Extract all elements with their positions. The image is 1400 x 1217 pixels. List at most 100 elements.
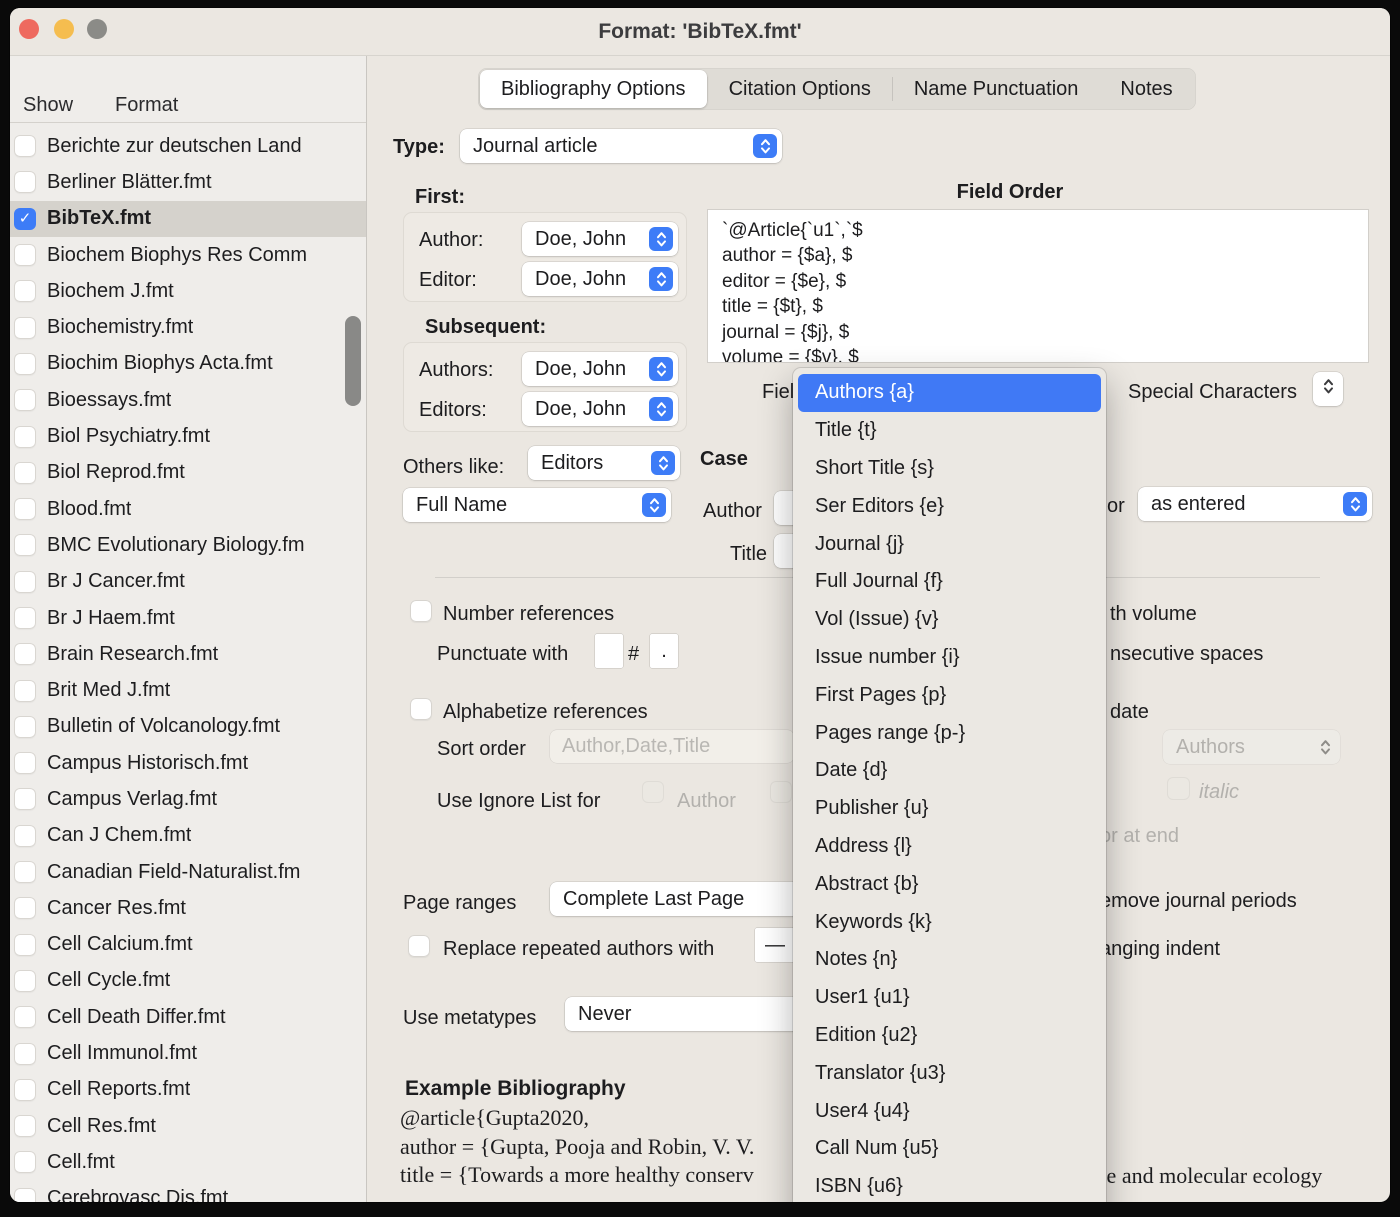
field-menu-item[interactable]: Pages range {p-}: [798, 714, 1101, 752]
format-list-item[interactable]: ✓ Cell Res.fmt: [10, 1108, 366, 1144]
format-list-item[interactable]: ✓ Biochem Biophys Res Comm: [10, 237, 366, 273]
field-menu-item[interactable]: Keywords {k}: [798, 903, 1101, 941]
field-menu-item[interactable]: First Pages {p}: [798, 676, 1101, 714]
field-menu-item[interactable]: User1 {u1}: [798, 979, 1101, 1017]
show-checkbox[interactable]: ✓: [14, 244, 36, 266]
show-checkbox[interactable]: ✓: [14, 643, 36, 665]
field-menu-item[interactable]: Notes {n}: [798, 941, 1101, 979]
show-checkbox[interactable]: ✓: [14, 752, 36, 774]
format-list-item[interactable]: ✓ Br J Cancer.fmt: [10, 564, 366, 600]
field-menu-item[interactable]: Abstract {b}: [798, 865, 1101, 903]
alphabetize-references-checkbox[interactable]: [410, 698, 432, 720]
show-checkbox[interactable]: ✓: [14, 897, 36, 919]
show-checkbox[interactable]: ✓: [14, 171, 36, 193]
as-entered-dropdown[interactable]: as entered: [1138, 487, 1372, 521]
tab[interactable]: Notes: [1099, 70, 1193, 108]
replace-repeated-authors-checkbox[interactable]: [408, 935, 430, 957]
show-checkbox[interactable]: ✓: [14, 607, 36, 629]
format-list-item[interactable]: ✓ Campus Verlag.fmt: [10, 781, 366, 817]
show-checkbox[interactable]: ✓: [14, 534, 36, 556]
field-menu-item[interactable]: Full Journal {f}: [798, 563, 1101, 601]
type-dropdown[interactable]: Journal article: [460, 129, 782, 163]
italic-checkbox[interactable]: [1167, 777, 1190, 800]
format-list-item[interactable]: ✓ Bioessays.fmt: [10, 382, 366, 418]
field-menu-item[interactable]: Address {l}: [798, 828, 1101, 866]
format-list-item[interactable]: ✓ Canadian Field-Naturalist.fm: [10, 854, 366, 890]
name-display-dropdown[interactable]: Full Name: [403, 488, 671, 522]
field-menu-item[interactable]: Translator {u3}: [798, 1054, 1101, 1092]
show-checkbox[interactable]: ✓: [14, 317, 36, 339]
show-checkbox[interactable]: ✓: [14, 788, 36, 810]
field-menu-item[interactable]: Date {d}: [798, 752, 1101, 790]
subsequent-editors-dropdown[interactable]: Doe, John: [522, 392, 678, 426]
format-list-item[interactable]: ✓ Cell Immunol.fmt: [10, 1035, 366, 1071]
format-list-item[interactable]: ✓ Cell Calcium.fmt: [10, 927, 366, 963]
others-like-dropdown[interactable]: Editors: [528, 446, 680, 480]
format-list-item[interactable]: ✓ BibTeX.fmt: [10, 201, 366, 237]
format-list-item[interactable]: ✓ Brit Med J.fmt: [10, 672, 366, 708]
tab[interactable]: Bibliography Options: [480, 70, 707, 108]
show-checkbox[interactable]: ✓: [14, 280, 36, 302]
show-checkbox[interactable]: ✓: [14, 1151, 36, 1173]
field-menu-item[interactable]: Call Num {u5}: [798, 1130, 1101, 1168]
ignore-title-checkbox[interactable]: [770, 781, 792, 803]
format-list-item[interactable]: ✓ Cell Cycle.fmt: [10, 963, 366, 999]
format-list-item[interactable]: ✓ Biochemistry.fmt: [10, 309, 366, 345]
first-author-dropdown[interactable]: Doe, John: [522, 222, 678, 256]
punctuate-before-field[interactable]: [595, 634, 623, 668]
show-checkbox[interactable]: ✓: [14, 135, 36, 157]
field-menu-item[interactable]: Short Title {s}: [798, 450, 1101, 488]
format-list-item[interactable]: ✓ Berichte zur deutschen Land: [10, 128, 366, 164]
format-list-item[interactable]: ✓ Blood.fmt: [10, 491, 366, 527]
use-metatypes-dropdown[interactable]: Never: [565, 997, 795, 1031]
format-list-item[interactable]: ✓ Biol Reprod.fmt: [10, 455, 366, 491]
show-checkbox[interactable]: ✓: [14, 970, 36, 992]
format-list-item[interactable]: ✓ Biochem J.fmt: [10, 273, 366, 309]
first-editor-dropdown[interactable]: Doe, John: [522, 262, 678, 296]
field-menu-item[interactable]: Authors {a}: [798, 374, 1101, 412]
sidebar-scrollbar-thumb[interactable]: [345, 316, 361, 406]
show-checkbox[interactable]: ✓: [14, 825, 36, 847]
sort-order-field[interactable]: Author,Date,Title: [550, 730, 794, 763]
show-checkbox[interactable]: ✓: [14, 1188, 36, 1202]
show-checkbox[interactable]: ✓: [14, 934, 36, 956]
field-menu-item[interactable]: Title {t}: [798, 412, 1101, 450]
show-checkbox[interactable]: ✓: [14, 389, 36, 411]
field-menu-item[interactable]: Ser Editors {e}: [798, 487, 1101, 525]
format-list-item[interactable]: ✓ Can J Chem.fmt: [10, 818, 366, 854]
show-checkbox[interactable]: ✓: [14, 1079, 36, 1101]
format-list-item[interactable]: ✓ Berliner Blätter.fmt: [10, 164, 366, 200]
field-order-editor[interactable]: `@Article{`u1`,`$ author = {$a}, $ edito…: [708, 210, 1368, 362]
show-checkbox[interactable]: ✓: [14, 426, 36, 448]
number-references-checkbox[interactable]: [410, 600, 432, 622]
field-menu-item[interactable]: Edition {u2}: [798, 1017, 1101, 1055]
format-list-item[interactable]: ✓ Biochim Biophys Acta.fmt: [10, 346, 366, 382]
show-checkbox[interactable]: ✓: [14, 1006, 36, 1028]
show-checkbox[interactable]: ✓: [14, 462, 36, 484]
show-checkbox[interactable]: ✓: [14, 571, 36, 593]
show-checkbox[interactable]: ✓: [14, 680, 36, 702]
show-checkbox[interactable]: ✓: [14, 353, 36, 375]
authors-dropdown-disabled[interactable]: Authors: [1163, 730, 1340, 764]
show-checkbox[interactable]: ✓: [14, 1115, 36, 1137]
format-list-item[interactable]: ✓ Brain Research.fmt: [10, 636, 366, 672]
format-list-item[interactable]: ✓ BMC Evolutionary Biology.fm: [10, 527, 366, 563]
show-checkbox[interactable]: ✓: [14, 1043, 36, 1065]
show-checkbox[interactable]: ✓: [14, 208, 36, 230]
format-list-item[interactable]: ✓ Cancer Res.fmt: [10, 890, 366, 926]
punctuate-after-field[interactable]: .: [650, 634, 678, 668]
special-characters-stepper[interactable]: [1313, 372, 1343, 406]
field-menu-item[interactable]: Vol (Issue) {v}: [798, 601, 1101, 639]
show-checkbox[interactable]: ✓: [14, 498, 36, 520]
ignore-author-checkbox[interactable]: [642, 781, 664, 803]
field-menu-item[interactable]: Publisher {u}: [798, 790, 1101, 828]
page-ranges-dropdown[interactable]: Complete Last Page: [550, 882, 794, 916]
format-list-item[interactable]: ✓ Bulletin of Volcanology.fmt: [10, 709, 366, 745]
format-list-item[interactable]: ✓ Cerebrovasc Dis.fmt: [10, 1181, 366, 1202]
field-menu-item[interactable]: Issue number {i}: [798, 639, 1101, 677]
format-list-item[interactable]: ✓ Biol Psychiatry.fmt: [10, 418, 366, 454]
tab[interactable]: Citation Options: [708, 70, 892, 108]
format-list-item[interactable]: ✓ Cell.fmt: [10, 1144, 366, 1180]
replace-dash-field[interactable]: —: [755, 928, 795, 962]
format-list-item[interactable]: ✓ Cell Reports.fmt: [10, 1072, 366, 1108]
